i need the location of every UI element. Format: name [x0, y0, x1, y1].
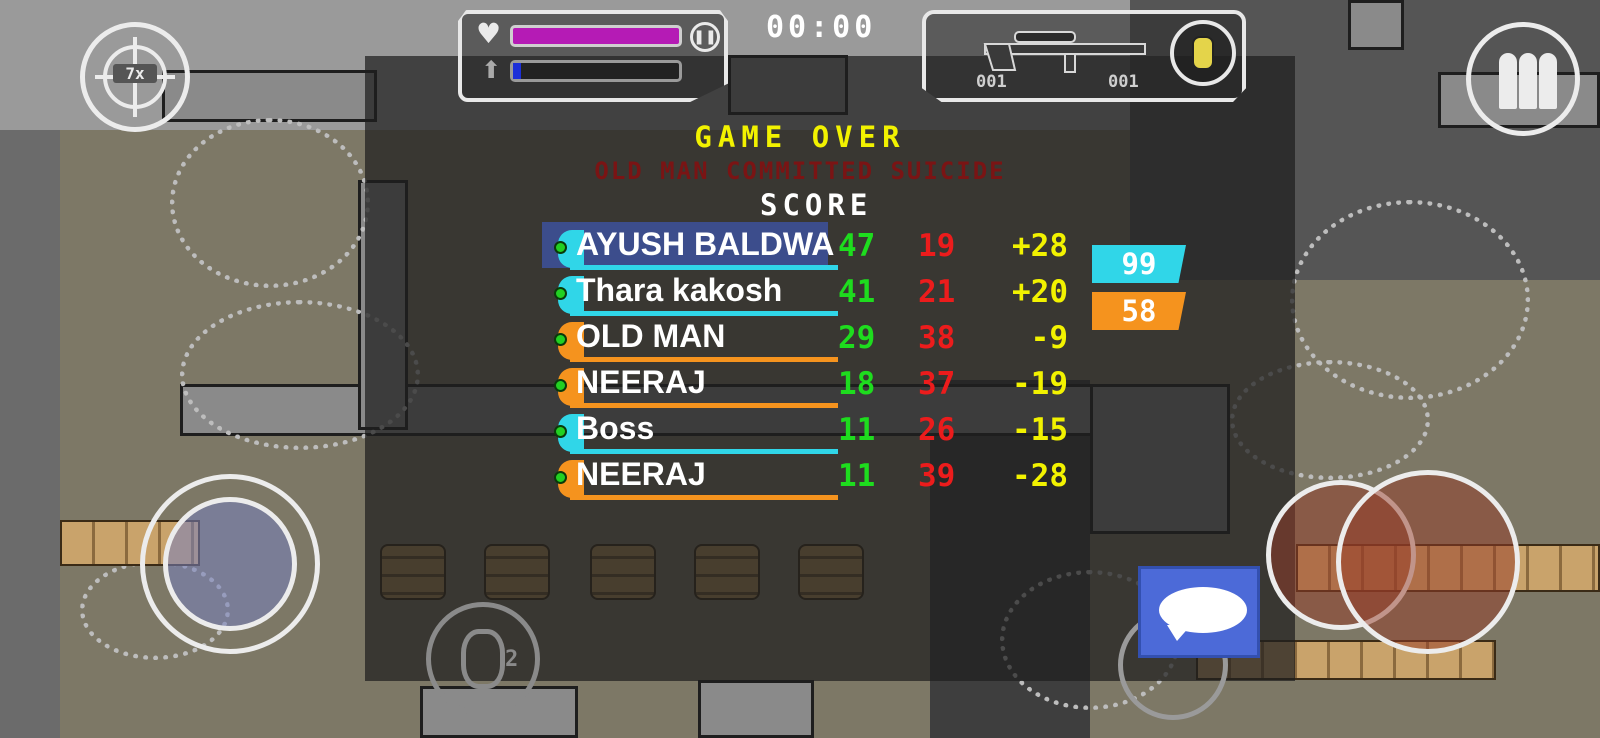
- player-score-diff: -15: [1012, 412, 1068, 448]
- health-bar: [510, 25, 682, 47]
- online-status-icon: [554, 425, 567, 438]
- grenade-count: 2: [505, 647, 519, 672]
- zoom-level: 7x: [113, 64, 157, 83]
- bullets-icon: [1539, 53, 1557, 109]
- player-row: Boss 11 26 -15: [548, 410, 1108, 454]
- ammo-reserve-count: 001: [1108, 72, 1139, 92]
- team-underline: [570, 265, 838, 270]
- grenade-icon: [461, 629, 505, 689]
- player-name: OLD MAN: [576, 318, 726, 354]
- team-orange-score: 58: [1092, 292, 1186, 330]
- team-underline: [570, 449, 838, 454]
- death-message: OLD MAN COMMITTED SUICIDE: [594, 157, 1006, 185]
- sniper-rifle-icon: [983, 31, 1146, 73]
- pause-button[interactable]: ❚❚: [690, 22, 720, 52]
- player-row: NEERAJ 18 37 -19: [548, 364, 1108, 408]
- player-kills: 29: [838, 320, 876, 356]
- zoom-button[interactable]: 7x: [80, 22, 190, 132]
- player-kills: 11: [838, 458, 876, 494]
- online-status-icon: [554, 287, 567, 300]
- player-row: NEERAJ 11 39 -28: [548, 456, 1108, 500]
- team-blue-score: 99: [1092, 245, 1186, 283]
- player-deaths: 38: [918, 320, 956, 356]
- heart-icon: ♥: [476, 17, 502, 50]
- movement-joystick[interactable]: [140, 474, 320, 654]
- player-score-diff: -9: [1030, 320, 1068, 356]
- online-status-icon: [554, 333, 567, 346]
- player-deaths: 19: [918, 228, 956, 264]
- player-row: OLD MAN 29 38 -9: [548, 318, 1108, 362]
- chat-button[interactable]: [1138, 566, 1260, 658]
- score-heading: SCORE: [760, 188, 873, 222]
- player-row: Thara kakosh 41 21 +20: [548, 272, 1108, 316]
- ammo-clip-count: 001: [976, 72, 1007, 92]
- player-row: AYUSH BALDWA 47 19 +28: [542, 222, 1108, 270]
- player-score-diff: -19: [1012, 366, 1068, 402]
- grenade-slot-button[interactable]: [1170, 20, 1236, 86]
- jetpack-fuel-bar: [510, 60, 682, 82]
- online-status-icon: [554, 471, 567, 484]
- team-underline: [570, 357, 838, 362]
- player-name: Thara kakosh: [576, 272, 783, 308]
- player-deaths: 37: [918, 366, 956, 402]
- pause-icon: ❚❚: [693, 29, 717, 45]
- match-timer: 00:00: [766, 10, 877, 45]
- reload-button[interactable]: [1466, 22, 1580, 136]
- throw-grenade-button[interactable]: 2: [426, 602, 540, 716]
- player-kills: 11: [838, 412, 876, 448]
- player-name: AYUSH BALDWA: [576, 226, 835, 262]
- player-deaths: 21: [918, 274, 956, 310]
- movement-joystick-knob[interactable]: [163, 497, 297, 631]
- player-deaths: 39: [918, 458, 956, 494]
- game-over-title: GAME OVER: [694, 120, 906, 154]
- rocket-icon: ⬆: [481, 56, 502, 84]
- bullets-icon: [1499, 53, 1517, 109]
- player-name: NEERAJ: [576, 456, 706, 492]
- player-name: Boss: [576, 410, 655, 446]
- chat-bubble-tail: [1167, 625, 1191, 641]
- player-deaths: 26: [918, 412, 956, 448]
- bullets-icon: [1519, 53, 1537, 109]
- player-kills: 47: [838, 228, 876, 264]
- player-score-diff: +28: [1012, 228, 1068, 264]
- player-kills: 41: [838, 274, 876, 310]
- jetpack-fuel-fill: [513, 63, 521, 79]
- game-screen: GAME OVER OLD MAN COMMITTED SUICIDE SCOR…: [0, 0, 1600, 738]
- team-underline: [570, 403, 838, 408]
- grenade-icon: [1192, 36, 1214, 70]
- fire-joystick[interactable]: [1336, 470, 1520, 654]
- player-score-diff: -28: [1012, 458, 1068, 494]
- team-underline: [570, 311, 838, 316]
- online-status-icon: [554, 241, 567, 254]
- team-underline: [570, 495, 838, 500]
- player-name: NEERAJ: [576, 364, 706, 400]
- player-score-diff: +20: [1012, 274, 1068, 310]
- online-status-icon: [554, 379, 567, 392]
- player-kills: 18: [838, 366, 876, 402]
